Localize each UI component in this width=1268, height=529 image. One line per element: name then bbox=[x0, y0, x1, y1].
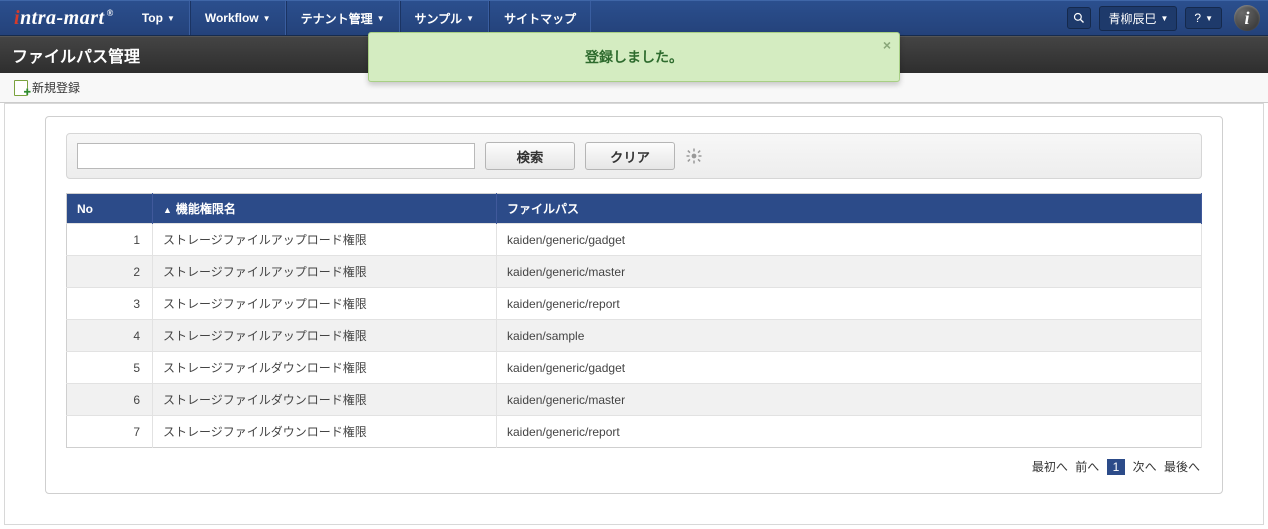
pager-current[interactable]: 1 bbox=[1107, 459, 1126, 475]
table-row[interactable]: 7ストレージファイルダウンロード権限kaiden/generic/report bbox=[67, 416, 1202, 448]
search-input[interactable] bbox=[77, 143, 475, 169]
global-search-button[interactable] bbox=[1067, 7, 1091, 29]
search-icon bbox=[1073, 12, 1085, 24]
cell-name: ストレージファイルダウンロード権限 bbox=[153, 352, 497, 384]
search-button[interactable]: 検索 bbox=[485, 142, 575, 170]
table-row[interactable]: 3ストレージファイルアップロード権限kaiden/generic/report bbox=[67, 288, 1202, 320]
clear-button[interactable]: クリア bbox=[585, 142, 675, 170]
menu-top[interactable]: Top▼ bbox=[128, 1, 190, 35]
cell-no: 7 bbox=[67, 416, 153, 448]
info-icon[interactable]: i bbox=[1234, 5, 1260, 31]
logo[interactable]: intra-mart® bbox=[8, 7, 128, 30]
cell-no: 4 bbox=[67, 320, 153, 352]
pager: 最初へ 前へ 1 次へ 最後へ bbox=[66, 458, 1202, 475]
table-row[interactable]: 1ストレージファイルアップロード権限kaiden/generic/gadget bbox=[67, 224, 1202, 256]
toast-message: 登録しました。 bbox=[585, 49, 683, 65]
content-area: 検索 クリア No ▲機能権限名 ファイルパス 1ストレージファイルアップロード… bbox=[4, 103, 1264, 525]
help-menu[interactable]: ?▼ bbox=[1185, 7, 1222, 29]
top-nav: intra-mart® Top▼ Workflow▼ テナント管理▼ サンプル▼… bbox=[0, 0, 1268, 36]
document-plus-icon bbox=[14, 80, 28, 96]
menu-sitemap[interactable]: サイトマップ bbox=[489, 1, 591, 35]
cell-path: kaiden/generic/gadget bbox=[497, 352, 1202, 384]
cell-path: kaiden/sample bbox=[497, 320, 1202, 352]
gear-icon[interactable] bbox=[685, 147, 703, 165]
results-table: No ▲機能権限名 ファイルパス 1ストレージファイルアップロード権限kaide… bbox=[66, 193, 1202, 448]
table-row[interactable]: 2ストレージファイルアップロード権限kaiden/generic/master bbox=[67, 256, 1202, 288]
chevron-down-icon: ▼ bbox=[1160, 14, 1168, 23]
close-icon[interactable]: × bbox=[883, 37, 891, 53]
cell-name: ストレージファイルアップロード権限 bbox=[153, 224, 497, 256]
cell-name: ストレージファイルアップロード権限 bbox=[153, 320, 497, 352]
menu-workflow[interactable]: Workflow▼ bbox=[190, 1, 286, 35]
table-row[interactable]: 6ストレージファイルダウンロード権限kaiden/generic/master bbox=[67, 384, 1202, 416]
sort-asc-icon: ▲ bbox=[163, 205, 172, 215]
col-name[interactable]: ▲機能権限名 bbox=[153, 194, 497, 224]
cell-path: kaiden/generic/report bbox=[497, 416, 1202, 448]
chevron-down-icon: ▼ bbox=[263, 14, 271, 23]
chevron-down-icon: ▼ bbox=[377, 14, 385, 23]
cell-path: kaiden/generic/master bbox=[497, 256, 1202, 288]
search-bar: 検索 クリア bbox=[66, 133, 1202, 179]
chevron-down-icon: ▼ bbox=[167, 14, 175, 23]
cell-name: ストレージファイルアップロード権限 bbox=[153, 288, 497, 320]
cell-name: ストレージファイルアップロード権限 bbox=[153, 256, 497, 288]
cell-no: 6 bbox=[67, 384, 153, 416]
panel: 検索 クリア No ▲機能権限名 ファイルパス 1ストレージファイルアップロード… bbox=[45, 116, 1223, 494]
cell-path: kaiden/generic/master bbox=[497, 384, 1202, 416]
new-button[interactable]: 新規登録 bbox=[8, 77, 86, 98]
cell-name: ストレージファイルダウンロード権限 bbox=[153, 416, 497, 448]
pager-next[interactable]: 次へ bbox=[1133, 460, 1157, 474]
nav-right: 青柳辰巳▼ ?▼ i bbox=[1067, 5, 1260, 31]
cell-no: 1 bbox=[67, 224, 153, 256]
cell-no: 5 bbox=[67, 352, 153, 384]
menu-tenant[interactable]: テナント管理▼ bbox=[286, 1, 400, 35]
pager-last[interactable]: 最後へ bbox=[1164, 460, 1200, 474]
table-row[interactable]: 4ストレージファイルアップロード権限kaiden/sample bbox=[67, 320, 1202, 352]
cell-path: kaiden/generic/report bbox=[497, 288, 1202, 320]
cell-no: 2 bbox=[67, 256, 153, 288]
chevron-down-icon: ▼ bbox=[1205, 14, 1213, 23]
cell-path: kaiden/generic/gadget bbox=[497, 224, 1202, 256]
table-row[interactable]: 5ストレージファイルダウンロード権限kaiden/generic/gadget bbox=[67, 352, 1202, 384]
cell-no: 3 bbox=[67, 288, 153, 320]
menu-sample[interactable]: サンプル▼ bbox=[400, 1, 490, 35]
pager-prev[interactable]: 前へ bbox=[1075, 460, 1099, 474]
table-header-row: No ▲機能権限名 ファイルパス bbox=[67, 194, 1202, 224]
user-menu[interactable]: 青柳辰巳▼ bbox=[1099, 6, 1177, 31]
col-path[interactable]: ファイルパス bbox=[497, 194, 1202, 224]
menu: Top▼ Workflow▼ テナント管理▼ サンプル▼ サイトマップ bbox=[128, 1, 591, 35]
toast-success: 登録しました。 × bbox=[368, 32, 900, 82]
cell-name: ストレージファイルダウンロード権限 bbox=[153, 384, 497, 416]
pager-first[interactable]: 最初へ bbox=[1032, 460, 1068, 474]
col-no[interactable]: No bbox=[67, 194, 153, 224]
chevron-down-icon: ▼ bbox=[466, 14, 474, 23]
